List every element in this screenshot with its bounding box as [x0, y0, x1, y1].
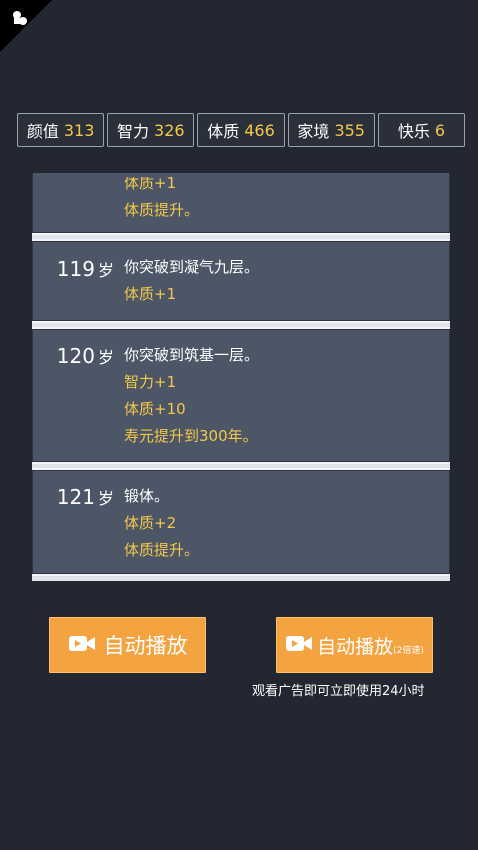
log-effect: 体质+1 [124, 285, 177, 303]
attribute-bar: 颜值 313 智力 326 体质 466 家境 355 快乐 6 [17, 113, 466, 147]
log-entry-partial: 体质+1 体质提升。 [32, 173, 450, 235]
log-event: 你突破到凝气九层。 [124, 258, 260, 276]
log-effect: 智力+1 [124, 373, 177, 391]
life-log[interactable]: 体质+1 体质提升。 119 岁 你突破到凝气九层。 体质+1 120 岁 你突破到… [32, 173, 450, 581]
log-effect: 体质提升。 [124, 541, 200, 559]
log-event: 你突破到筑基一层。 [124, 346, 260, 364]
log-effect: 体质+1 [124, 177, 177, 190]
stat-happiness: 快乐 6 [377, 113, 466, 147]
log-event: 锻体。 [124, 487, 170, 505]
stat-value: 355 [334, 120, 365, 140]
stat-appearance: 颜值 313 [17, 113, 105, 147]
speed-suffix: (2倍速) [393, 645, 424, 656]
log-effect: 体质+10 [124, 400, 186, 418]
log-age: 120 岁 [56, 344, 114, 368]
stat-value: 6 [434, 120, 446, 140]
log-entry: 120 岁 你突破到筑基一层。 智力+1 体质+10 寿元提升到300年。 [32, 327, 450, 464]
video-camera-icon [285, 632, 313, 659]
stat-label: 家境 [297, 122, 330, 141]
stat-constitution: 体质 466 [197, 113, 285, 147]
log-effect: 寿元提升到300年。 [124, 427, 258, 445]
log-entry: 119 岁 你突破到凝气九层。 体质+1 [32, 239, 450, 323]
log-entry: 121 岁 锻体。 体质+2 体质提升。 [32, 468, 450, 576]
autoplay-double-speed-label: 自动播放 [317, 635, 394, 658]
stat-value: 466 [244, 120, 275, 140]
stat-label: 快乐 [397, 122, 430, 141]
log-age: 121 岁 [56, 485, 114, 509]
log-age: 119 岁 [56, 257, 114, 281]
autoplay-label: 自动播放 [103, 634, 188, 658]
log-effect: 体质+2 [124, 514, 177, 532]
log-effect: 体质提升。 [124, 201, 200, 219]
video-camera-icon [68, 632, 96, 659]
corner-badge[interactable] [0, 0, 52, 52]
stat-label: 体质 [207, 122, 240, 141]
autoplay-double-speed-button[interactable]: 自动播放 (2倍速) [276, 617, 433, 673]
chess-piece-icon [13, 11, 27, 25]
game-screen: 颜值 313 智力 326 体质 466 家境 355 快乐 6 体质+1 体质… [0, 0, 478, 850]
stat-label: 智力 [117, 122, 150, 141]
stat-intelligence: 智力 326 [107, 113, 195, 147]
stat-value: 313 [63, 120, 95, 140]
autoplay-button[interactable]: 自动播放 [49, 617, 206, 673]
stat-value: 326 [154, 120, 185, 140]
stat-family: 家境 355 [287, 113, 375, 147]
ad-note: 观看广告即可立即使用24小时 [252, 684, 425, 699]
stat-label: 颜值 [26, 122, 59, 141]
